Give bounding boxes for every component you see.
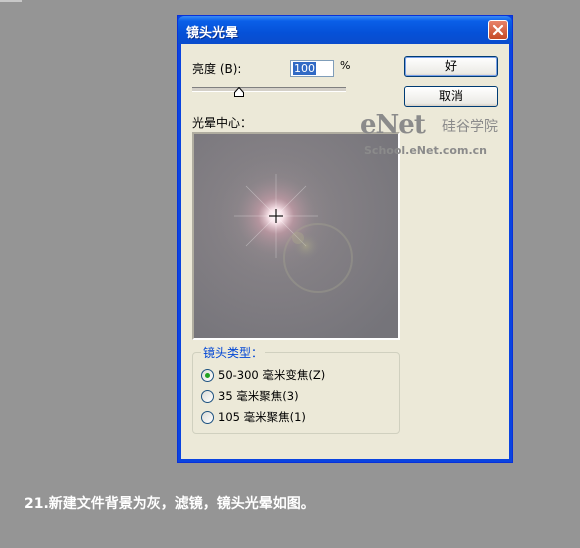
step-caption: 21.新建文件背景为灰，滤镜，镜头光晕如图。 (24, 496, 315, 512)
title-bar[interactable]: 镜头光晕 (178, 16, 512, 44)
ok-button[interactable]: 好 (404, 56, 498, 77)
lens-option-105[interactable]: 105 毫米聚焦(1) (201, 409, 306, 425)
close-button[interactable] (488, 20, 508, 40)
brightness-input[interactable]: 100 (290, 60, 334, 77)
dialog-title: 镜头光晕 (186, 26, 239, 41)
lens-type-group: 镜头类型： 50-300 毫米变焦(Z) 35 毫米聚焦(3) 105 毫米聚焦… (192, 344, 400, 434)
flare-preview[interactable] (192, 132, 400, 340)
lens-option-35[interactable]: 35 毫米聚焦(3) (201, 388, 299, 404)
flare-center-label: 光晕中心： (192, 116, 253, 130)
lens-type-title: 镜头类型： (201, 344, 266, 361)
watermark-url: School.eNet.com.cn (364, 144, 487, 157)
site-watermark: eNet 硅谷学院 School.eNet.com.cn (360, 110, 520, 160)
brightness-value: 100 (293, 62, 316, 75)
corner-mark (0, 0, 22, 2)
brightness-slider[interactable] (192, 87, 346, 92)
slider-thumb-icon[interactable] (234, 87, 244, 97)
brightness-label: 亮度 (B): (192, 62, 242, 76)
lens-option-label: 35 毫米聚焦(3) (218, 389, 299, 403)
watermark-brand-cn: 硅谷学院 (442, 119, 498, 135)
radio-icon[interactable] (201, 389, 214, 403)
lens-option-label: 105 毫米聚焦(1) (218, 410, 306, 424)
close-icon (492, 24, 504, 36)
radio-icon[interactable] (201, 410, 214, 424)
dialog-body: 亮度 (B): 100 % 好 取消 光晕中心： 镜头类型： 50-300 毫米… (182, 44, 508, 458)
lens-option-label: 50-300 毫米变焦(Z) (218, 368, 326, 382)
lens-option-50-300[interactable]: 50-300 毫米变焦(Z) (201, 367, 325, 383)
percent-sign: % (340, 59, 351, 72)
cancel-button[interactable]: 取消 (404, 86, 498, 107)
radio-selected-icon[interactable] (201, 368, 214, 382)
flare-preview-image (194, 134, 398, 338)
watermark-brand: eNet (360, 110, 426, 140)
lens-flare-dialog: 镜头光晕 亮度 (B): 100 % 好 取消 光晕中心： 镜头类型： 50-3… (177, 15, 513, 463)
